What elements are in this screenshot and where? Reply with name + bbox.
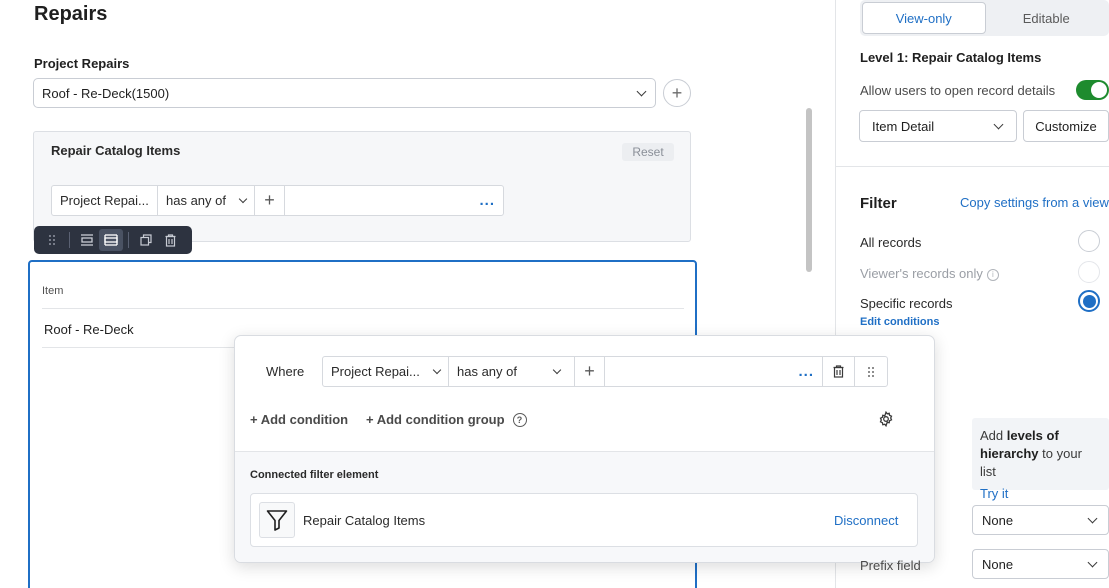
edit-conditions-link[interactable]: Edit conditions: [860, 316, 939, 328]
plus-icon: +: [264, 190, 275, 210]
fit-width-icon[interactable]: [75, 229, 99, 251]
tab-view-only[interactable]: View-only: [862, 2, 986, 34]
tab-editable[interactable]: Editable: [986, 2, 1108, 34]
chevron-down-icon: [552, 365, 562, 374]
chevron-down-icon: [1087, 513, 1098, 523]
condition-drag-handle[interactable]: [855, 357, 887, 386]
allow-record-details-label: Allow users to open record details: [860, 83, 1056, 98]
chevron-down-icon: [993, 119, 1004, 129]
chevron-down-icon: [238, 194, 248, 203]
condition-operator-select[interactable]: has any of: [449, 357, 575, 386]
trash-icon: [833, 365, 844, 378]
project-repairs-value: Roof - Re-Deck(1500): [42, 85, 170, 101]
funnel-icon: [259, 502, 295, 538]
gear-icon[interactable]: [877, 410, 895, 428]
catalog-filter-row: Project Repai... has any of + ...: [51, 185, 504, 216]
drag-handle-icon: [868, 366, 874, 377]
record-detail-value: Item Detail: [872, 118, 935, 134]
trash-icon[interactable]: [158, 229, 182, 251]
filter-field-value: Project Repai...: [60, 193, 149, 208]
try-it-link[interactable]: Try it: [980, 485, 1101, 503]
add-condition-button[interactable]: + Add condition: [250, 412, 348, 427]
chevron-down-icon: [432, 365, 442, 374]
divider: [836, 166, 1109, 167]
hierarchy-field-select[interactable]: None: [972, 505, 1109, 535]
reset-button[interactable]: Reset: [622, 143, 674, 161]
divider: [42, 308, 684, 309]
add-project-repair-button[interactable]: +: [663, 79, 691, 107]
filter-operator-select[interactable]: has any of: [158, 186, 255, 215]
full-width-icon[interactable]: [99, 229, 123, 251]
plus-icon: +: [671, 82, 683, 103]
radio-specific-records[interactable]: [1078, 290, 1100, 312]
disconnect-button[interactable]: Disconnect: [834, 513, 898, 528]
drag-handle-icon[interactable]: [40, 229, 64, 251]
chevron-down-icon: [1087, 557, 1098, 567]
customize-button[interactable]: Customize: [1023, 110, 1109, 142]
repair-catalog-title: Repair Catalog Items: [51, 143, 181, 158]
filter-section-title: Filter: [860, 195, 897, 212]
divider: [42, 347, 242, 348]
toggle-knob: [1091, 82, 1107, 98]
page-title: Repairs: [34, 3, 108, 25]
condition-add-value-button[interactable]: +: [575, 357, 605, 386]
condition-field-value: Project Repai...: [331, 364, 420, 379]
condition-more-button[interactable]: ...: [605, 357, 823, 386]
prefix-field-label: Prefix field: [860, 558, 921, 573]
radio-viewers-records[interactable]: [1078, 261, 1100, 283]
prefix-field-value: None: [982, 556, 1014, 572]
help-icon[interactable]: ?: [512, 412, 527, 427]
toolbar-separator: [128, 232, 129, 248]
level-title: Level 1: Repair Catalog Items: [860, 50, 1042, 65]
filter-more-button[interactable]: ...: [285, 186, 503, 215]
record-detail-select[interactable]: Item Detail: [859, 110, 1017, 142]
where-label: Where: [266, 364, 305, 379]
radio-label-viewers-records: Viewer's records only i: [860, 266, 999, 281]
radio-label-all-records: All records: [860, 235, 922, 250]
element-toolbar: [34, 226, 192, 254]
condition-operator-value: has any of: [457, 364, 517, 379]
condition-field-select[interactable]: Project Repai...: [323, 357, 449, 386]
filter-field-select[interactable]: Project Repai...: [52, 186, 158, 215]
add-condition-group-label: + Add condition group: [366, 412, 505, 427]
filter-operator-value: has any of: [166, 193, 226, 208]
filter-add-value-button[interactable]: +: [255, 186, 285, 215]
duplicate-icon[interactable]: [134, 229, 158, 251]
connected-filter-label: Connected filter element: [250, 469, 379, 481]
project-repairs-select[interactable]: Roof - Re-Deck(1500): [33, 78, 656, 108]
plus-icon: +: [584, 361, 595, 381]
item-column-header: Item: [42, 285, 64, 297]
hint-prefix: Add: [980, 428, 1007, 443]
hierarchy-hint: Add levels of hierarchy to your list Try…: [972, 418, 1109, 501]
radio-label-specific-records: Specific records: [860, 296, 953, 311]
add-condition-group-button[interactable]: + Add condition group ?: [366, 412, 527, 427]
delete-condition-button[interactable]: [823, 357, 855, 386]
radio-all-records[interactable]: [1078, 230, 1100, 252]
copy-settings-link[interactable]: Copy settings from a view: [960, 195, 1109, 210]
toolbar-separator: [69, 232, 70, 248]
more-icon: ...: [479, 192, 495, 209]
scrollbar[interactable]: [806, 108, 812, 272]
condition-row: Project Repai... has any of + ...: [322, 356, 888, 387]
permission-segmented-control: View-only Editable: [860, 0, 1109, 36]
list-item[interactable]: Roof - Re-Deck: [44, 322, 134, 337]
prefix-field-select[interactable]: None: [972, 549, 1109, 579]
hierarchy-field-value: None: [982, 512, 1014, 528]
info-icon[interactable]: i: [986, 268, 999, 281]
connected-filter-name: Repair Catalog Items: [303, 513, 426, 528]
project-repairs-label: Project Repairs: [34, 56, 130, 71]
more-icon: ...: [798, 363, 814, 380]
viewers-records-text: Viewer's records only: [860, 266, 983, 281]
chevron-down-icon: [636, 86, 647, 96]
